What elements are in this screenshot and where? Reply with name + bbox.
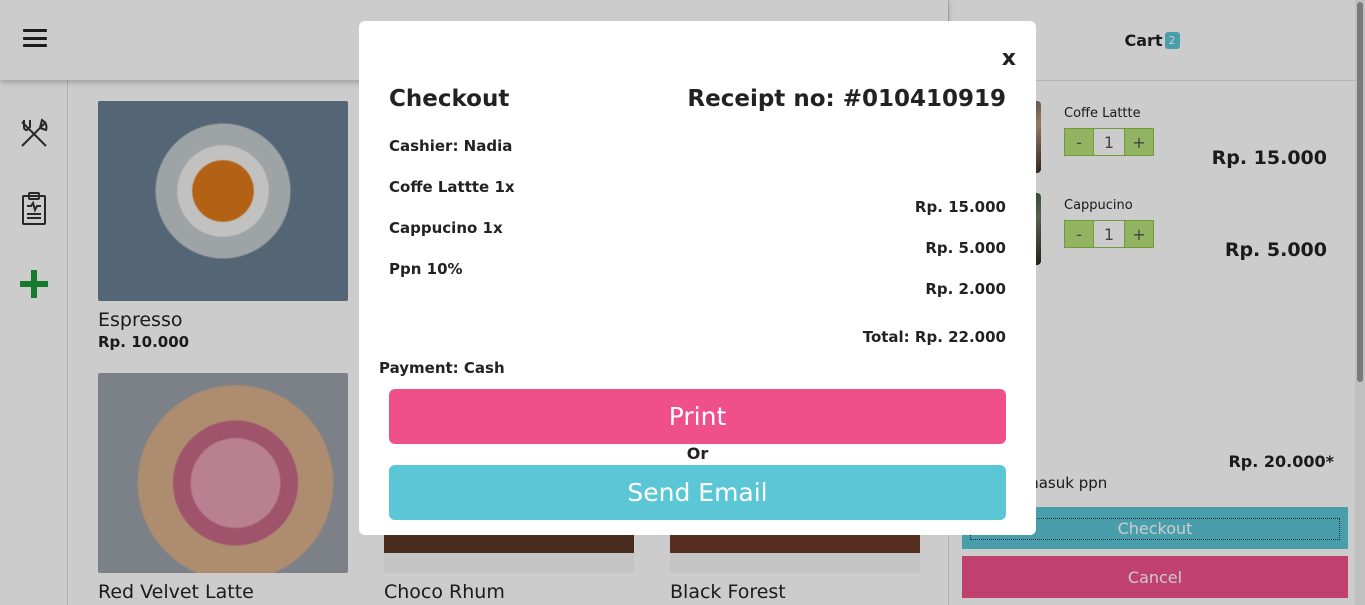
send-email-button[interactable]: Send Email [389,465,1006,520]
print-label: Print [668,402,727,431]
modal-title: Checkout [389,86,510,112]
line-item-label: Ppn 10% [389,260,463,278]
receipt-number: Receipt no: #010410919 [687,86,1006,112]
payment-method: Payment: Cash [379,359,505,377]
line-item-label: Cappucino 1x [389,219,503,237]
send-email-label: Send Email [627,478,768,507]
line-item-label: Coffe Lattte 1x [389,178,515,196]
close-icon[interactable]: x [1002,46,1016,71]
or-separator: Or [686,444,709,463]
line-item-amount: Rp. 2.000 [925,280,1006,298]
total-amount: Total: Rp. 22.000 [862,328,1006,346]
line-item-amount: Rp. 5.000 [925,239,1006,257]
cashier-name: Cashier: Nadia [389,137,513,155]
checkout-modal: x Checkout Receipt no: #010410919 Cashie… [359,21,1036,535]
print-button[interactable]: Print [389,389,1006,444]
line-item-amount: Rp. 15.000 [914,198,1006,216]
